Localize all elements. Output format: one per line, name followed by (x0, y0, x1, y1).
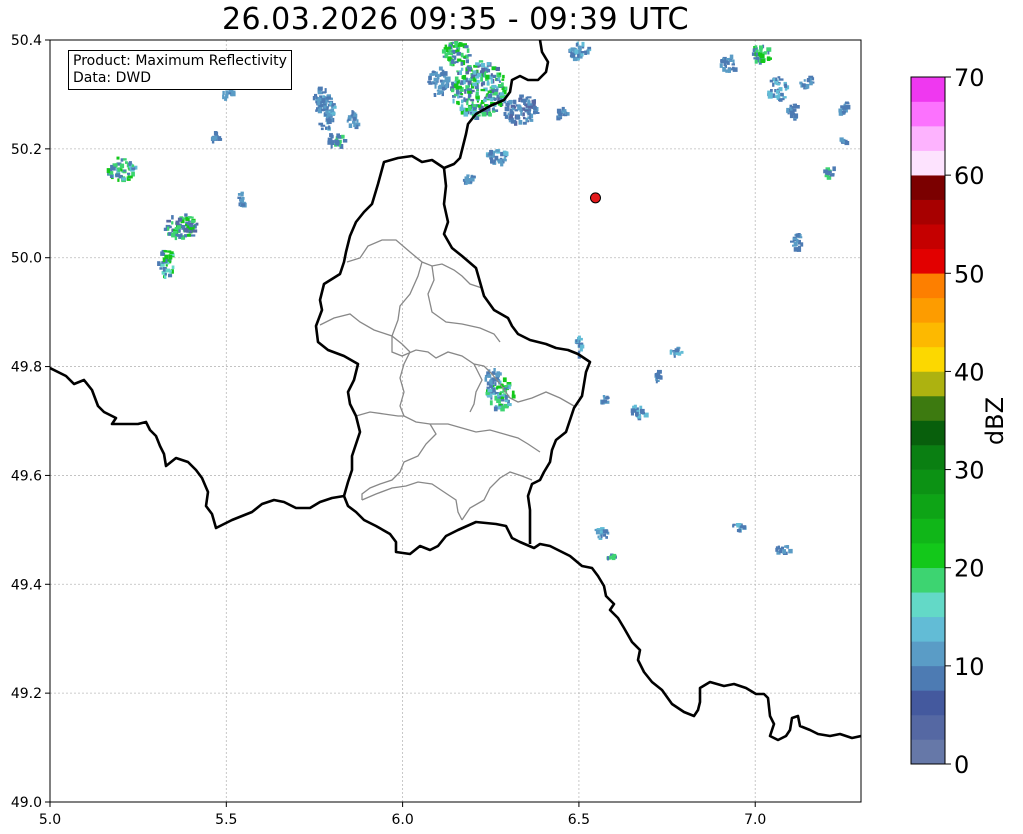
colorbar-segment (911, 420, 945, 446)
colorbar-segment (911, 469, 945, 495)
colorbar-segment (911, 248, 945, 274)
colorbar-segment (911, 445, 945, 470)
colorbar-segment (911, 101, 945, 127)
colorbar-label: dBZ (981, 397, 1009, 445)
colorbar-tick-label: 0 (954, 751, 969, 779)
colorbar-segment (911, 346, 945, 372)
colorbar-segment (911, 175, 945, 200)
colorbar-segment (911, 518, 945, 544)
colorbar-segment (911, 567, 945, 593)
colorbar-segment (911, 739, 945, 765)
colorbar-segment (911, 494, 945, 519)
colorbar-segment (911, 322, 945, 348)
colorbar-segment (911, 641, 945, 667)
colorbar-segment (911, 714, 945, 740)
colorbar-segment (911, 690, 945, 716)
colorbar-tick-label: 50 (954, 260, 985, 288)
colorbar-tick-label: 10 (954, 653, 985, 681)
colorbar-segment (911, 371, 945, 397)
colorbar-tick-label: 40 (954, 358, 985, 386)
colorbar-segment (911, 297, 945, 323)
colorbar-segment (911, 395, 945, 421)
colorbar-tick-label: 30 (954, 457, 985, 485)
colorbar-segment (911, 543, 945, 569)
colorbar-segment (911, 616, 945, 642)
colorbar-segment (911, 150, 945, 176)
colorbar-tick-label: 60 (954, 162, 985, 190)
colorbar-segment (911, 224, 945, 250)
colorbar-tick-label: 70 (954, 64, 985, 92)
colorbar-segment (911, 126, 945, 151)
colorbar-segment (911, 77, 945, 102)
colorbar-segment (911, 199, 945, 225)
colorbar-segment (911, 665, 945, 691)
colorbar-segment (911, 273, 945, 299)
colorbar-segment (911, 592, 945, 618)
colorbar-tick-label: 20 (954, 555, 985, 583)
colorbar: 0 10 20 30 40 50 60 70 dBZ (910, 64, 1009, 779)
